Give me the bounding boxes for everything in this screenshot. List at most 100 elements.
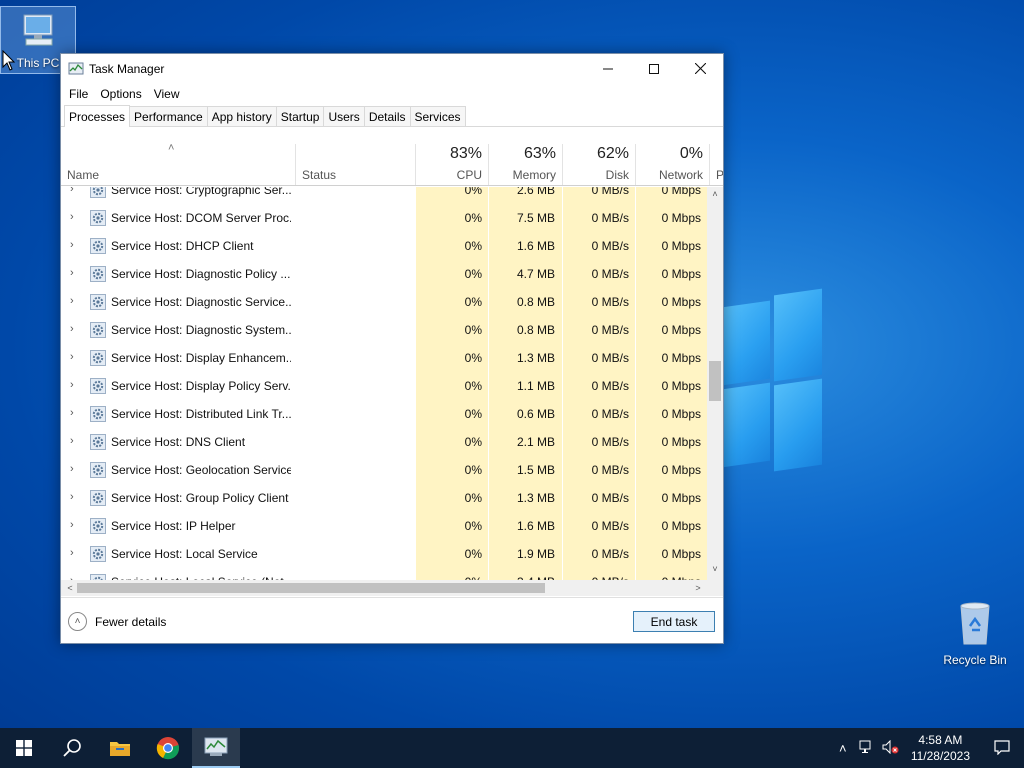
tab-app-history[interactable]: App history xyxy=(206,106,277,126)
disk-column-header[interactable]: 62% Disk xyxy=(563,144,635,186)
network-value: 0 Mbps xyxy=(661,547,701,561)
expand-chevron-icon[interactable]: › xyxy=(70,323,74,335)
close-button[interactable] xyxy=(677,54,723,83)
process-name: Service Host: IP Helper xyxy=(111,519,236,533)
table-row[interactable]: › Service Host: IP Helper 0% 1.6 MB 0 MB/s 0 … xyxy=(61,512,707,540)
service-gear-icon xyxy=(90,210,106,226)
tab-details[interactable]: Details xyxy=(363,106,411,126)
table-row[interactable]: › Service Host: Geolocation Service 0% 1.5 … xyxy=(61,456,707,484)
mouse-cursor-icon xyxy=(2,50,16,71)
file-explorer-taskbar-button[interactable] xyxy=(96,728,144,768)
horizontal-scroll-thumb[interactable] xyxy=(77,583,545,593)
process-name: Service Host: Diagnostic System... xyxy=(111,323,291,337)
recycle-bin-label: Recycle Bin xyxy=(943,653,1007,667)
table-row[interactable]: › Service Host: Diagnostic Policy ... 0% 4.… xyxy=(61,260,707,288)
status-column-header[interactable]: Status xyxy=(296,144,415,186)
memory-value: 0.8 MB xyxy=(516,295,555,309)
volume-muted-icon[interactable] xyxy=(879,739,903,757)
name-column-header[interactable]: ˄ Name xyxy=(61,142,295,186)
scroll-left-icon[interactable]: < xyxy=(63,580,77,596)
expand-chevron-icon[interactable]: › xyxy=(70,547,74,559)
scroll-down-icon[interactable]: ˅ xyxy=(707,564,723,578)
search-button[interactable] xyxy=(48,728,96,768)
expand-chevron-icon[interactable]: › xyxy=(70,187,74,195)
table-row[interactable]: › Service Host: Display Enhancem... 0% 1.3 … xyxy=(61,344,707,372)
table-row[interactable]: › Service Host: Diagnostic Service... 0% 0.… xyxy=(61,288,707,316)
table-row[interactable]: › Service Host: Cryptographic Ser... 0% 2.6… xyxy=(61,187,707,204)
maximize-button[interactable] xyxy=(631,54,677,83)
show-hidden-icons-chevron-icon[interactable]: ˄ xyxy=(831,741,855,756)
vertical-scrollbar[interactable]: ˄ ˅ xyxy=(707,187,723,580)
table-row[interactable]: › Service Host: Local Service 0% 1.9 MB 0 MB… xyxy=(61,540,707,568)
table-row[interactable]: › Service Host: DHCP Client 0% 1.6 MB 0 MB/s… xyxy=(61,232,707,260)
clock[interactable]: 4:58 AM 11/28/2023 xyxy=(911,732,970,764)
expand-chevron-icon[interactable]: › xyxy=(70,351,74,363)
cpu-column-header[interactable]: 83% CPU xyxy=(416,144,488,186)
disk-value: 0 MB/s xyxy=(591,547,629,561)
expand-chevron-icon[interactable]: › xyxy=(70,407,74,419)
tab-processes[interactable]: Processes xyxy=(64,105,131,127)
service-gear-icon xyxy=(90,266,106,282)
expand-chevron-icon[interactable]: › xyxy=(70,519,74,531)
disk-value: 0 MB/s xyxy=(591,351,629,365)
service-gear-icon xyxy=(90,238,106,254)
tab-startup[interactable]: Startup xyxy=(275,106,325,126)
chrome-taskbar-button[interactable] xyxy=(144,728,192,768)
power-column-label: P xyxy=(716,168,723,182)
disk-value: 0 MB/s xyxy=(591,323,629,337)
process-name: Service Host: Geolocation Service xyxy=(111,463,291,477)
tab-users[interactable]: Users xyxy=(323,106,365,126)
memory-value: 4.7 MB xyxy=(516,267,555,281)
network-column-header[interactable]: 0% Network xyxy=(636,144,709,186)
service-gear-icon xyxy=(90,378,106,394)
tab-services[interactable]: Services xyxy=(409,106,466,126)
scroll-right-icon[interactable]: > xyxy=(691,580,705,596)
disk-total-percent: 62% xyxy=(596,145,629,162)
vertical-scroll-thumb[interactable] xyxy=(709,361,721,401)
memory-value: 1.1 MB xyxy=(516,379,555,393)
memory-column-label: Memory xyxy=(512,168,556,182)
recycle-bin-desktop-icon[interactable]: Recycle Bin xyxy=(937,600,1013,667)
table-row[interactable]: ›Service Host: Local Service (Net...0%3.… xyxy=(61,568,707,580)
computer-icon xyxy=(23,14,53,46)
action-center-button[interactable] xyxy=(980,739,1024,758)
table-row[interactable]: › Service Host: Group Policy Client 0% 1.3 … xyxy=(61,484,707,512)
expand-chevron-icon[interactable]: › xyxy=(70,267,74,279)
memory-value: 0.6 MB xyxy=(516,407,555,421)
scroll-up-icon[interactable]: ˄ xyxy=(707,189,723,203)
power-column-header[interactable]: P xyxy=(710,144,723,186)
expand-chevron-icon[interactable]: › xyxy=(70,295,74,307)
memory-value: 1.3 MB xyxy=(516,351,555,365)
expand-chevron-icon[interactable]: › xyxy=(70,211,74,223)
menu-options[interactable]: Options xyxy=(94,87,147,101)
expand-chevron-icon[interactable]: › xyxy=(70,379,74,391)
expand-chevron-icon[interactable]: › xyxy=(70,463,74,475)
cpu-value: 0% xyxy=(464,519,482,533)
tab-performance[interactable]: Performance xyxy=(129,106,208,126)
table-row[interactable]: › Service Host: Diagnostic System... 0% 0.8… xyxy=(61,316,707,344)
service-gear-icon xyxy=(90,406,106,422)
memory-value: 1.6 MB xyxy=(516,239,555,253)
task-manager-taskbar-button[interactable] xyxy=(192,728,240,768)
table-row[interactable]: › Service Host: Display Policy Serv... 0% 1… xyxy=(61,372,707,400)
network-value: 0 Mbps xyxy=(661,491,701,505)
table-row[interactable]: › Service Host: Distributed Link Tr... 0% 0… xyxy=(61,400,707,428)
cpu-column-label: CPU xyxy=(456,168,482,182)
table-row[interactable]: › Service Host: DCOM Server Proc... 0% 7.5 … xyxy=(61,204,707,232)
start-button[interactable] xyxy=(0,728,48,768)
expand-chevron-icon[interactable]: › xyxy=(70,239,74,251)
menu-view[interactable]: View xyxy=(148,87,186,101)
end-task-button[interactable]: End task xyxy=(633,611,715,632)
cpu-value: 0% xyxy=(464,463,482,477)
table-row[interactable]: › Service Host: DNS Client 0% 2.1 MB 0 MB/s 0… xyxy=(61,428,707,456)
minimize-button[interactable] xyxy=(585,54,631,83)
title-bar[interactable]: Task Manager xyxy=(61,54,723,83)
memory-column-header[interactable]: 63% Memory xyxy=(489,144,562,186)
menu-file[interactable]: File xyxy=(63,87,94,101)
network-icon[interactable] xyxy=(855,740,879,757)
fewer-details-button[interactable]: ˄ Fewer details xyxy=(68,612,166,631)
expand-chevron-icon[interactable]: › xyxy=(70,435,74,447)
fewer-details-label: Fewer details xyxy=(95,614,167,629)
expand-chevron-icon[interactable]: › xyxy=(70,491,74,503)
horizontal-scrollbar[interactable]: < > xyxy=(61,580,707,596)
